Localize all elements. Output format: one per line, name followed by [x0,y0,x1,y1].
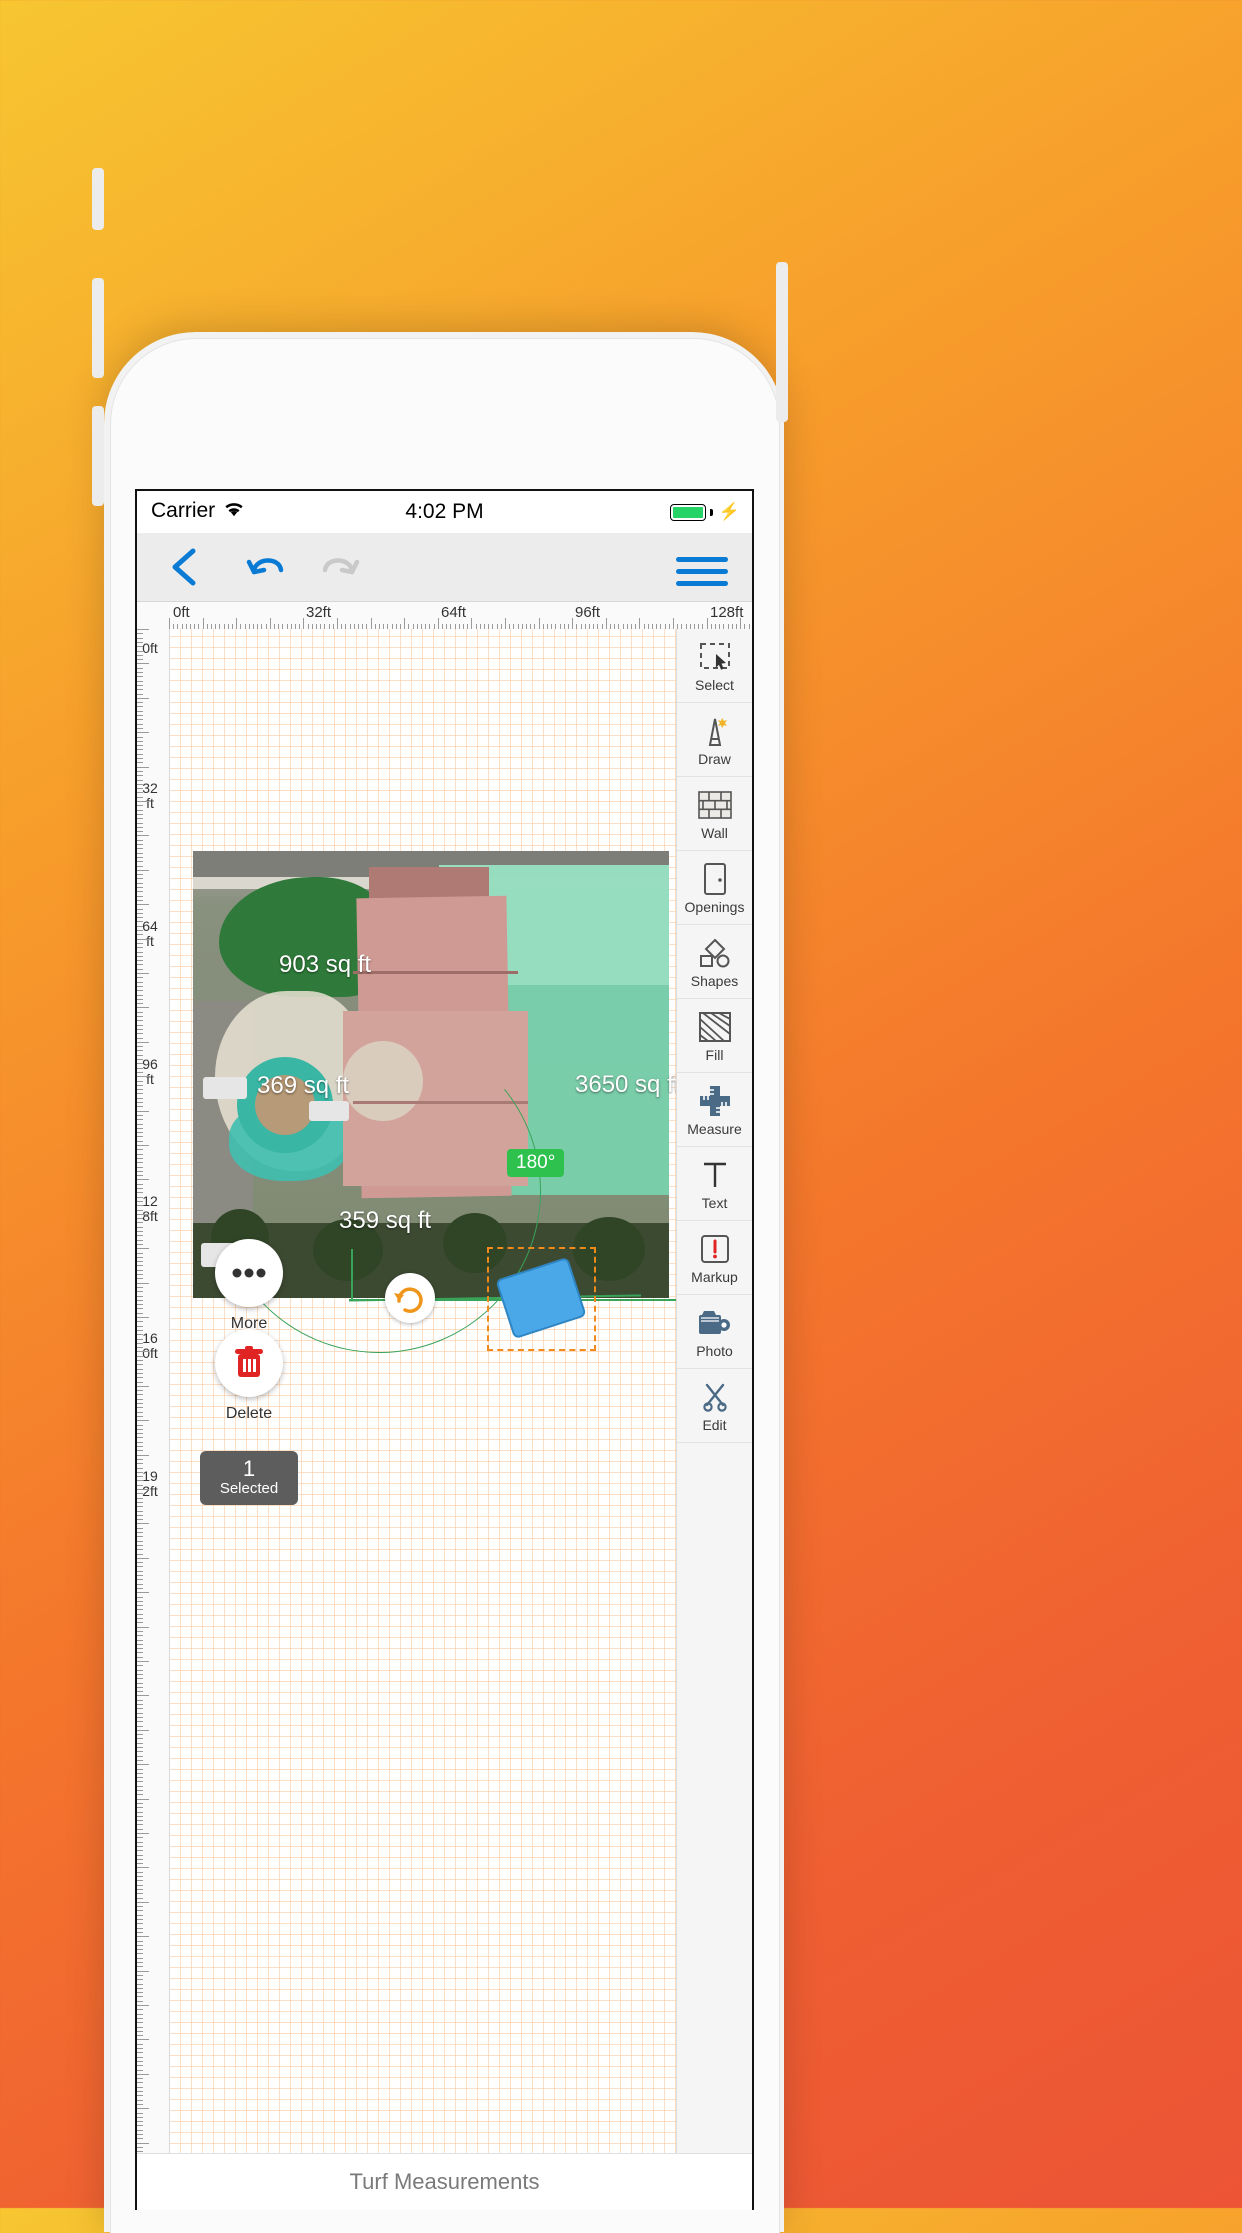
fill-hatch-icon [698,1009,731,1045]
ruler-top-label-4: 128ft [710,604,744,621]
tool-rail[interactable]: Select Draw Wall Openings Shapes Fill Me… [676,629,752,2210]
tool-edit-label: Edit [702,1416,727,1433]
back-button[interactable] [167,547,201,587]
angle-vertex-marker [351,1249,353,1301]
battery-cap [709,508,713,516]
tool-openings-label: Openings [684,898,745,915]
area-label-903: 903 sq ft [279,951,372,978]
tool-fill[interactable]: Fill [677,999,752,1073]
volume-down-button[interactable] [92,406,104,506]
text-icon [701,1157,729,1193]
tool-edit[interactable]: Edit [677,1369,752,1443]
rotate-icon[interactable] [385,1273,435,1323]
door-icon [702,861,728,897]
ruler-left-label-4: 128ft [142,1193,158,1224]
select-marquee-icon [699,639,731,675]
selection-count-label: Selected [219,1480,279,1497]
photo-car [203,1077,247,1099]
document-title: Turf Measurements [349,2169,540,2194]
tool-fill-label: Fill [705,1046,724,1063]
ruler-left-label-6: 192ft [142,1468,158,1499]
tool-draw-label: Draw [698,750,731,767]
app-toolbar [137,533,752,602]
tool-draw[interactable]: Draw [677,703,752,777]
bottom-bar: Turf Measurements [137,2153,752,2210]
more-button[interactable] [215,1239,283,1307]
lightning-bolt-icon: ⚡ [718,502,740,521]
markup-exclamation-icon [700,1231,730,1267]
selection-count: 1 [242,1456,256,1481]
tool-measure[interactable]: Measure [677,1073,752,1147]
tool-wall-label: Wall [701,824,728,841]
delete-button-label: Delete [225,1405,273,1422]
battery-full-icon [669,503,706,521]
ruler-left-label-5: 160ft [142,1330,158,1361]
hamburger-menu-icon[interactable] [676,557,728,593]
ruler-top-label-0: 0ft [173,604,190,621]
tool-text[interactable]: Text [677,1147,752,1221]
tool-markup-label: Markup [691,1268,738,1285]
tool-photo[interactable]: Photo [677,1295,752,1369]
tool-select[interactable]: Select [677,629,752,703]
tool-select-label: Select [695,676,734,693]
shapes-icon [698,935,732,971]
volume-up-button[interactable] [92,278,104,378]
phone-screen: Carrier 4:02 PM ⚡ 0ft 32ft 64ft 96ft 128… [135,489,754,2210]
measure-ruler-icon [699,1083,731,1119]
power-button[interactable] [776,262,788,422]
status-bar: Carrier 4:02 PM ⚡ [137,491,752,533]
ruler-left-label-0: 0ft [142,640,158,656]
drawing-canvas[interactable]: 903 sq ft 369 sq ft 3650 sq ft 359 sq ft… [169,629,752,2210]
tool-text-label: Text [701,1194,728,1211]
status-bar-right: ⚡ [669,502,740,522]
brick-wall-icon [697,787,732,823]
tool-measure-label: Measure [687,1120,742,1137]
tool-markup[interactable]: Markup [677,1221,752,1295]
clock-label: 4:02 PM [405,500,484,523]
delete-button[interactable] [215,1329,283,1397]
ruler-left-label-2: 64ft [142,918,158,949]
camera-icon [698,1305,732,1341]
horizontal-ruler: 0ft 32ft 64ft 96ft 128ft [137,602,752,631]
tool-photo-label: Photo [696,1342,733,1359]
redo-button[interactable] [315,550,361,591]
mute-switch[interactable] [92,168,104,230]
tool-wall[interactable]: Wall [677,777,752,851]
tool-shapes[interactable]: Shapes [677,925,752,999]
scissors-icon [700,1379,730,1415]
photo-roof-line-1 [353,971,518,974]
ruler-top-label-1: 32ft [306,604,332,621]
tool-openings[interactable]: Openings [677,851,752,925]
ruler-top-label-2: 64ft [441,604,467,621]
draw-pen-icon [700,713,730,749]
angle-badge: 180° [507,1149,565,1177]
selection-count-badge: 1 Selected [200,1451,298,1505]
vertical-ruler: 0ft 32ft 64ft 96ft 128ft 160ft 192ft [137,629,170,2210]
ruler-left-label-3: 96ft [142,1056,158,1087]
ruler-top-label-3: 96ft [575,604,601,621]
tool-shapes-label: Shapes [690,972,739,989]
undo-button[interactable] [245,550,291,591]
ruler-left-label-1: 32ft [142,780,158,811]
area-label-3650: 3650 sq ft [575,1071,681,1098]
